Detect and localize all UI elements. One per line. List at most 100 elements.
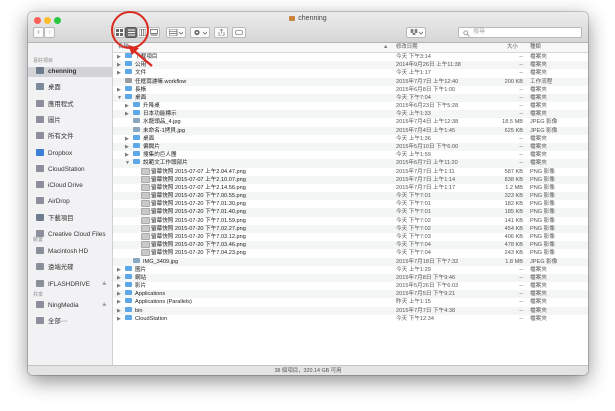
sidebar-item[interactable]: 全部⋯ bbox=[28, 317, 112, 327]
table-row[interactable]: 螢幕快照 2015-07-07 上午2.14.56.png 2015年7月7日 上… bbox=[113, 183, 588, 192]
arrange-button[interactable] bbox=[166, 27, 186, 38]
back-button[interactable]: ‹ bbox=[33, 27, 44, 38]
file-size: -- bbox=[519, 54, 523, 60]
table-row[interactable]: ▶ Applications (Parallels) 昨天 上午1:15 -- 檔案夾 bbox=[113, 298, 588, 306]
devices-header: 裝置 bbox=[33, 237, 44, 243]
table-row[interactable]: 螢幕快照 2015-07-20 下午7.03.46.png 今天 下午7:04 47… bbox=[113, 241, 588, 250]
disclosure-closed-icon[interactable]: ▶ bbox=[117, 274, 121, 282]
file-name: 網站 bbox=[135, 274, 147, 281]
table-row[interactable]: ▶ 下載項目 今天 下午3:14 -- 檔案夾 bbox=[113, 53, 588, 61]
sidebar-item[interactable]: 遠端光碟 bbox=[28, 263, 112, 273]
table-row[interactable]: ▶ 搜集的巨人團 今天 上午1:59 -- 檔案夾 bbox=[113, 151, 588, 159]
table-row[interactable]: ▶ 公用 2014年9月26日 上午11:38 -- 檔案夾 bbox=[113, 61, 588, 70]
table-row[interactable]: 螢幕快照 2015-07-20 下午7.04.23.png 今天 下午7:04 24… bbox=[113, 249, 588, 257]
disclosure-closed-icon[interactable]: ▶ bbox=[125, 102, 129, 110]
dropbox-icon bbox=[410, 29, 424, 35]
column-kind[interactable]: 種類 bbox=[530, 43, 541, 52]
column-date[interactable]: 修改日期 bbox=[396, 43, 418, 52]
search-input[interactable]: 搜尋 bbox=[458, 27, 582, 38]
disclosure-closed-icon[interactable]: ▶ bbox=[117, 315, 121, 323]
action-button[interactable] bbox=[190, 27, 210, 38]
folder-icon bbox=[125, 290, 132, 296]
table-row[interactable]: ▶ 偏聞片 2015年5月10日 下午6:00 -- 檔案夾 bbox=[113, 142, 588, 152]
file-kind: 檔案夾 bbox=[530, 274, 547, 281]
disclosure-closed-icon[interactable]: ▶ bbox=[117, 298, 121, 306]
file-kind: JPEG 影像 bbox=[530, 119, 558, 126]
sidebar-item[interactable]: NingMedia ≜ bbox=[28, 301, 112, 311]
sidebar-item-label: 應用程式 bbox=[48, 100, 74, 108]
table-row[interactable]: ▼ 說範文工作頭部片 2015年6月7日 上午11:20 -- 檔案夾 bbox=[113, 159, 588, 168]
table-row[interactable]: IMG_3409.jpg 2015年7月18日 下午7:32 1.8 MB JPEG … bbox=[113, 257, 588, 266]
file-name: 水龍頭品_4.jpg bbox=[143, 119, 181, 126]
table-row[interactable]: ▶ 文件 今天 上午1:17 -- 檔案夾 bbox=[113, 69, 588, 77]
sidebar-item[interactable]: 下載項目 bbox=[28, 213, 112, 224]
table-row[interactable]: ▼ 桌面 今天 下午7:04 -- 檔案夾 bbox=[113, 93, 588, 103]
share-button[interactable] bbox=[214, 27, 228, 38]
sidebar-item[interactable]: iCloud Drive bbox=[28, 181, 112, 191]
table-row[interactable]: 螢幕快照 2015-07-20 下午7.01.59.png 今天 下午7:02 14… bbox=[113, 216, 588, 225]
table-row[interactable]: 螢幕快照 2015-07-20 下午7.03.12.png 今天 下午7:03 40… bbox=[113, 232, 588, 241]
sidebar-item[interactable]: 桌面 bbox=[28, 83, 112, 93]
sidebar-item[interactable]: 應用程式 bbox=[28, 99, 112, 110]
column-size[interactable]: 大小 bbox=[507, 43, 518, 52]
table-row[interactable]: ▶ 影片 2015年5月26日 下午6:03 -- 檔案夾 bbox=[113, 282, 588, 290]
sidebar-item[interactable]: chenning bbox=[28, 67, 112, 77]
disclosure-closed-icon[interactable]: ▶ bbox=[125, 110, 129, 118]
png-file-icon bbox=[141, 167, 150, 175]
sidebar-item[interactable]: Dropbox bbox=[28, 148, 112, 159]
disclosure-closed-icon[interactable]: ▶ bbox=[125, 143, 129, 151]
table-row[interactable]: ▶ CloudStation 今天 下午12:34 -- 檔案夾 bbox=[113, 314, 588, 323]
table-row[interactable]: ▶ 長帳 2015年6月8日 下午1:00 -- 檔案夾 bbox=[113, 85, 588, 94]
disclosure-closed-icon[interactable]: ▶ bbox=[125, 135, 129, 143]
tags-button[interactable] bbox=[232, 27, 246, 38]
file-kind: 檔案夾 bbox=[530, 315, 547, 322]
disclosure-open-icon[interactable]: ▼ bbox=[117, 94, 122, 102]
disclosure-closed-icon[interactable]: ▶ bbox=[117, 307, 121, 315]
table-row[interactable]: ▶ 網站 2015年7月8日 下午9:46 -- 檔案夾 bbox=[113, 273, 588, 283]
sidebar-item[interactable]: IFLASHDRIVE ≜ bbox=[28, 279, 112, 290]
file-kind: PNG 影像 bbox=[530, 209, 555, 216]
disclosure-closed-icon[interactable]: ▶ bbox=[125, 151, 129, 159]
disclosure-closed-icon[interactable]: ▶ bbox=[117, 266, 121, 274]
table-row[interactable]: ▶ 升降桌 2015年6月23日 下午5:28 -- 檔案夾 bbox=[113, 102, 588, 110]
disclosure-closed-icon[interactable]: ▶ bbox=[117, 86, 121, 94]
forward-button[interactable]: › bbox=[44, 27, 55, 38]
disclosure-closed-icon[interactable]: ▶ bbox=[117, 69, 121, 77]
sidebar-item[interactable]: 所有文件 bbox=[28, 132, 112, 142]
table-row[interactable]: ▶ 桌面 今天 上午1:36 -- 檔案夾 bbox=[113, 134, 588, 143]
table-row[interactable]: 水龍頭品_4.jpg 2015年7月4日 上午12:38 18.5 MB JPEG 影… bbox=[113, 118, 588, 126]
sidebar-item[interactable]: AirDrop bbox=[28, 197, 112, 207]
table-row[interactable]: ▶ 日本功能標示 今天 上午1:33 -- 檔案夾 bbox=[113, 110, 588, 119]
table-row[interactable]: 螢幕快照 2015-07-20 下午7.01.30.png 今天 下午7:01 18… bbox=[113, 200, 588, 208]
table-row[interactable]: 螢幕快照 2015-07-07 上午2.10.07.png 2015年7月7日 上… bbox=[113, 175, 588, 184]
disclosure-closed-icon[interactable]: ▶ bbox=[117, 282, 121, 290]
disclosure-closed-icon[interactable]: ▶ bbox=[117, 61, 121, 69]
table-row[interactable]: ▶ Applications 2015年7月5日 下午9:21 -- 檔案夾 bbox=[113, 290, 588, 299]
table-row[interactable]: 螢幕快照 2015-07-20 下午7.02.27.png 今天 下午7:02 45… bbox=[113, 224, 588, 233]
table-row[interactable]: 螢幕快照 2015-07-20 下午7.01.40.png 今天 下午7:01 18… bbox=[113, 208, 588, 217]
disclosure-closed-icon[interactable]: ▶ bbox=[117, 53, 121, 61]
file-kind: 檔案夾 bbox=[530, 54, 547, 60]
file-date: 2015年6月8日 下午1:00 bbox=[396, 86, 456, 93]
network-icon bbox=[36, 317, 44, 325]
eject-icon[interactable]: ≜ bbox=[102, 301, 107, 311]
table-row[interactable]: 螢幕快照 2015-07-07 上午2.04.47.png 2015年7月7日 上… bbox=[113, 167, 588, 176]
table-row[interactable]: 任框窩濾嘛.workflow 2015年7月7日 上午12:40 200 KB 工作流… bbox=[113, 77, 588, 86]
table-row[interactable]: 未命名-1拷貝.jpg 2015年7月4日 上午1:45 625 KB JPEG 影像 bbox=[113, 126, 588, 135]
remote-disc-icon bbox=[36, 263, 44, 271]
dropbox-button[interactable] bbox=[406, 27, 426, 38]
table-row[interactable]: 螢幕快照 2015-07-20 下午7.00.55.png 今天 下午7:01 32… bbox=[113, 192, 588, 201]
sidebar-item[interactable]: 圖片 bbox=[28, 115, 112, 126]
annotation-arrow bbox=[128, 45, 153, 67]
table-row[interactable]: ▶ 圖片 今天 上午1:29 -- 檔案夾 bbox=[113, 265, 588, 274]
eject-icon[interactable]: ≜ bbox=[102, 280, 107, 290]
disclosure-open-icon[interactable]: ▼ bbox=[125, 159, 130, 167]
applications-icon bbox=[36, 99, 44, 107]
pictures-icon bbox=[36, 115, 44, 123]
table-row[interactable]: ▶ bin 2015年7月7日 下午4:38 -- 檔案夾 bbox=[113, 306, 588, 315]
file-name: 文件 bbox=[135, 70, 147, 77]
sidebar-item[interactable]: Macintosh HD bbox=[28, 247, 112, 257]
cover-flow-button[interactable] bbox=[148, 27, 160, 38]
disclosure-closed-icon[interactable]: ▶ bbox=[117, 290, 121, 298]
sidebar-item[interactable]: CloudStation bbox=[28, 164, 112, 175]
